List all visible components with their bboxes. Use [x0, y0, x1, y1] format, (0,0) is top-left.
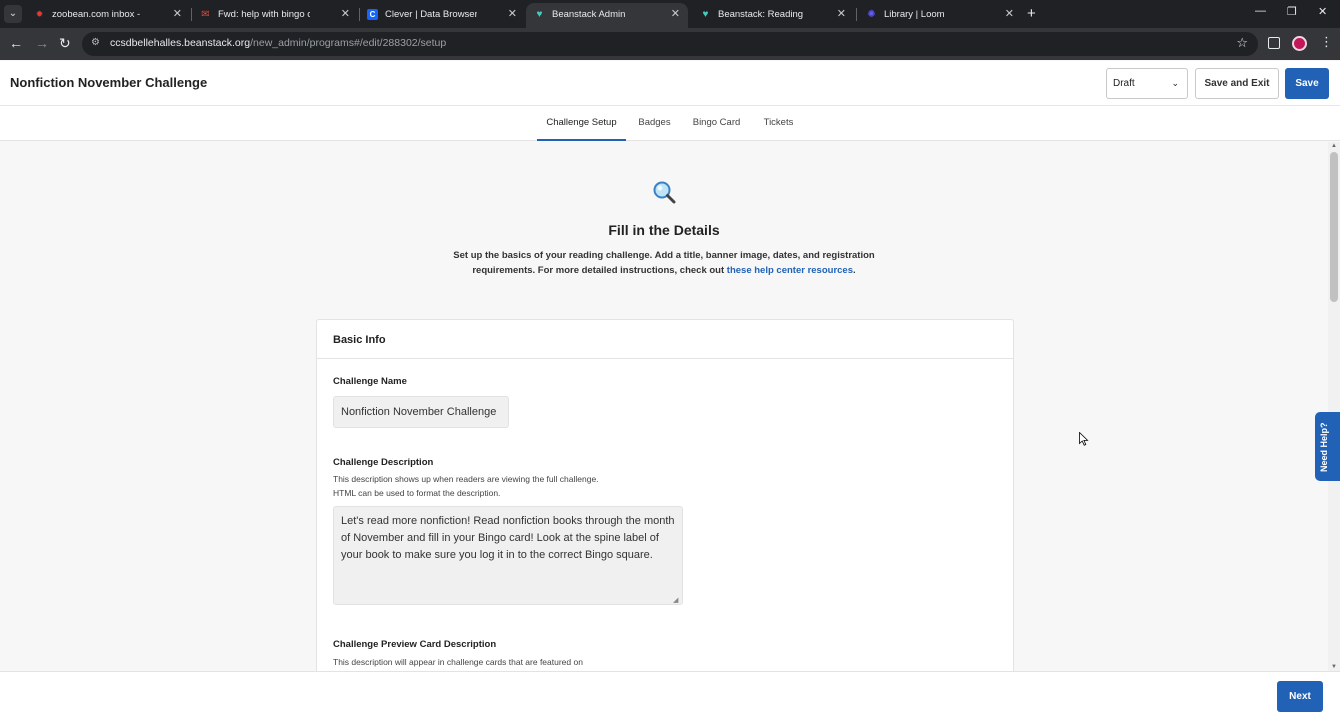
profile-avatar[interactable] — [1292, 36, 1307, 51]
save-and-exit-button[interactable]: Save and Exit — [1195, 68, 1279, 99]
card-title: Basic Info — [333, 334, 386, 346]
minimize-icon[interactable]: — — [1255, 5, 1266, 17]
basic-info-card: Basic Info Challenge Name Challenge Desc… — [316, 319, 1014, 671]
tab-search-icon[interactable]: ⌄ — [4, 5, 22, 23]
address-bar[interactable]: ⚙ ccsdbellehalles.beanstack.org/new_admi… — [82, 32, 1258, 56]
restore-icon[interactable]: ❐ — [1287, 5, 1297, 18]
intro-text: Set up the basics of your reading challe… — [453, 250, 875, 276]
tab-challenge-setup[interactable]: Challenge Setup — [537, 106, 626, 141]
card-header: Basic Info — [317, 320, 1013, 359]
challenge-name-label: Challenge Name — [333, 376, 407, 387]
section-heading: Fill in the Details — [608, 222, 720, 238]
need-help-tab[interactable]: Need Help? — [1315, 412, 1340, 481]
page-title: Nonfiction November Challenge — [10, 75, 208, 90]
browser-menu-icon[interactable]: ⋮ — [1320, 34, 1333, 50]
new-tab-icon[interactable]: + — [1027, 5, 1036, 23]
browser-tab-clever[interactable]: C Clever | Data Browser ✕ — [359, 3, 525, 28]
mouse-cursor-icon — [1079, 432, 1089, 446]
beanstack-icon: ♥ — [536, 9, 543, 20]
tab-tickets[interactable]: Tickets — [758, 106, 799, 141]
close-icon[interactable]: ✕ — [508, 3, 517, 26]
next-button[interactable]: Next — [1277, 681, 1323, 712]
close-icon[interactable]: ✕ — [1005, 3, 1014, 26]
scroll-up-icon[interactable]: ▲ — [1331, 143, 1337, 149]
scroll-thumb[interactable] — [1330, 152, 1338, 302]
forward-icon[interactable]: → — [35, 35, 49, 51]
browser-tab-beanstack-challenges[interactable]: ♥ Beanstack: Reading Challenges ✕ — [692, 3, 854, 28]
close-icon[interactable]: ✕ — [837, 3, 846, 26]
window-close-icon[interactable]: ✕ — [1318, 5, 1327, 18]
resize-handle-icon[interactable]: ◢ — [673, 596, 678, 604]
challenge-description-label: Challenge Description — [333, 457, 434, 468]
save-button[interactable]: Save — [1285, 68, 1329, 99]
back-icon[interactable]: ← — [9, 35, 23, 51]
browser-tab-gmail[interactable]: ✉ Fwd: help with bingo challeng ✕ — [192, 3, 358, 28]
challenge-description-textarea[interactable]: Let's read more nonfiction! Read nonfict… — [333, 506, 683, 605]
magnifier-icon — [653, 181, 676, 204]
browser-tab-beanstack-admin[interactable]: ♥ Beanstack Admin ✕ — [526, 3, 688, 28]
side-panel-icon[interactable] — [1268, 37, 1280, 49]
site-info-icon[interactable]: ⚙ — [91, 37, 100, 48]
zoobean-icon: ✹ — [35, 9, 44, 19]
clever-icon: C — [367, 9, 378, 20]
status-select[interactable]: Draft ⌄ — [1106, 68, 1188, 99]
challenge-description-help: This description shows up when readers a… — [333, 474, 599, 498]
challenge-name-input[interactable] — [333, 396, 509, 428]
loom-icon: ✺ — [867, 9, 876, 20]
close-icon[interactable]: ✕ — [173, 3, 182, 26]
close-icon[interactable]: ✕ — [671, 3, 680, 26]
browser-tab-bar: ⌄ ✹ zoobean.com inbox - App cras ✕ ✉ Fwd… — [0, 0, 1340, 28]
reload-icon[interactable]: ↻ — [59, 35, 71, 51]
browser-toolbar: ← → ↻ ⚙ ccsdbellehalles.beanstack.org/ne… — [0, 28, 1340, 60]
gmail-icon: ✉ — [201, 9, 210, 20]
browser-tab-loom[interactable]: ✺ Library | Loom ✕ — [858, 3, 1022, 28]
scroll-down-icon[interactable]: ▼ — [1331, 664, 1337, 670]
close-icon[interactable]: ✕ — [341, 3, 350, 26]
bookmark-star-icon[interactable]: ☆ — [1236, 35, 1248, 51]
chevron-down-icon: ⌄ — [1171, 78, 1179, 88]
browser-tab-zoobean[interactable]: ✹ zoobean.com inbox - App cras ✕ — [26, 3, 190, 28]
app-header: Nonfiction November Challenge Draft ⌄ Sa… — [0, 61, 1340, 106]
tab-bingo-card[interactable]: Bingo Card — [688, 106, 745, 141]
beanstack-icon: ♥ — [702, 9, 709, 20]
footer-bar: Next — [0, 671, 1340, 720]
preview-card-description-help: This description will appear in challeng… — [333, 657, 583, 667]
tab-badges[interactable]: Badges — [633, 106, 676, 141]
main-content[interactable]: Fill in the Details Set up the basics of… — [0, 142, 1328, 671]
help-center-link[interactable]: these help center resources — [727, 265, 853, 276]
preview-card-description-label: Challenge Preview Card Description — [333, 639, 497, 650]
content-tabs: Challenge Setup Badges Bingo Card Ticket… — [0, 106, 1340, 141]
url-text: ccsdbellehalles.beanstack.org/new_admin/… — [110, 37, 447, 49]
page-scrollbar[interactable]: ▲ ▼ — [1328, 142, 1340, 671]
